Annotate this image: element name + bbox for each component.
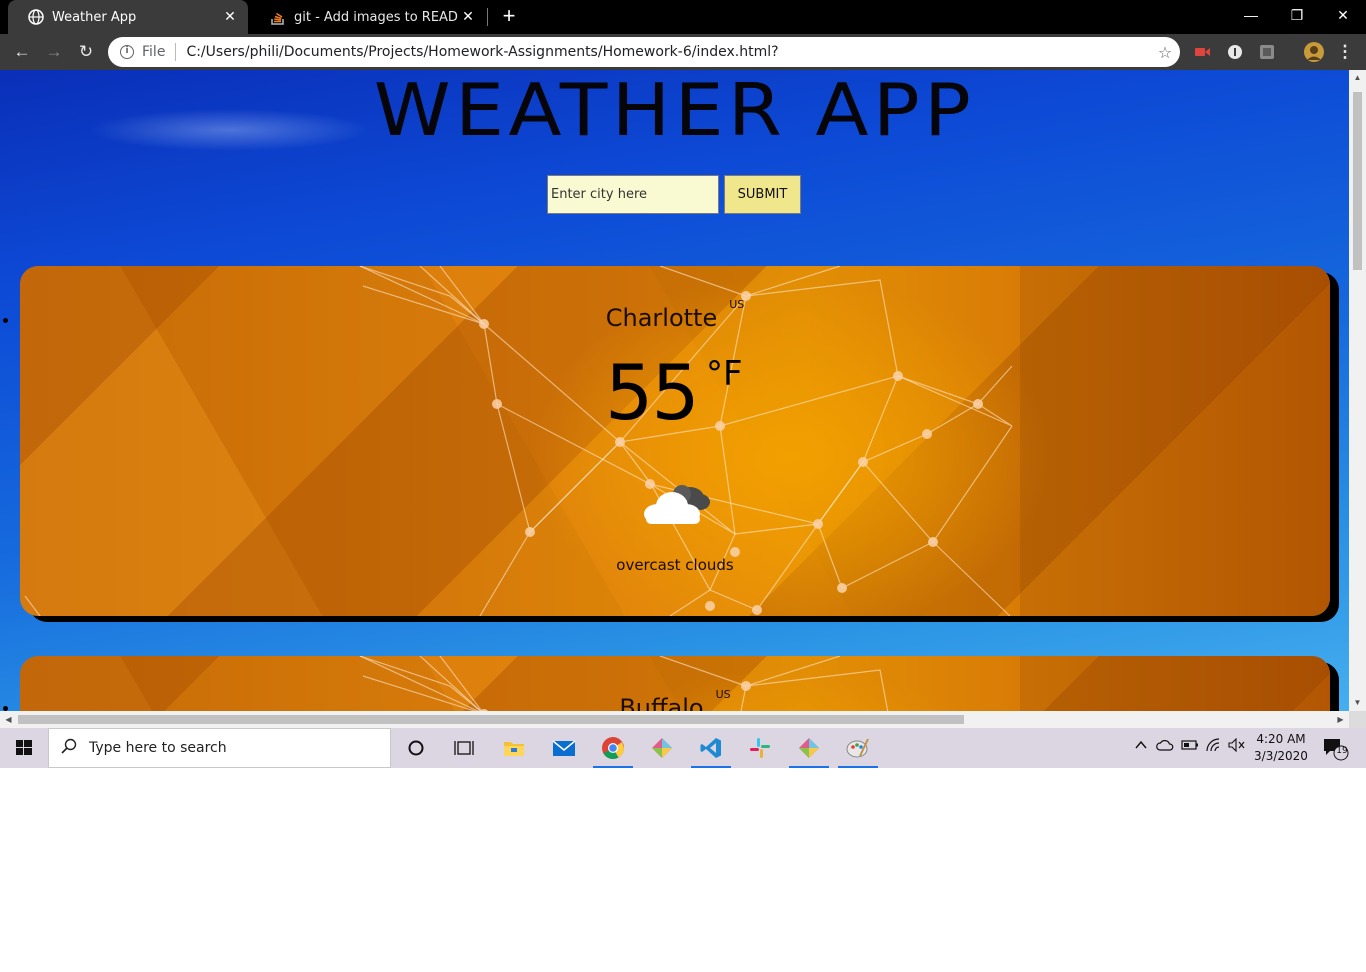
country-code: US: [729, 298, 745, 311]
city-search-input[interactable]: [547, 175, 719, 214]
search-icon: [61, 738, 77, 759]
screen-recorder-extension-icon[interactable]: [1193, 43, 1211, 61]
vertical-scrollbar[interactable]: ▲ ▼: [1349, 70, 1366, 711]
globe-icon: [28, 9, 44, 25]
scroll-up-arrow-icon[interactable]: ▲: [1349, 70, 1366, 86]
tab-title: git - Add images to README.md: [294, 9, 458, 25]
tab-weather-app[interactable]: Weather App ✕: [8, 0, 248, 34]
wifi-icon[interactable]: [1204, 738, 1224, 758]
country-code: US: [715, 688, 731, 701]
extension-square-icon[interactable]: [1258, 43, 1276, 61]
vscode-icon[interactable]: [687, 728, 735, 768]
city-label: Charlotte: [605, 304, 718, 332]
horizontal-scroll-thumb[interactable]: [18, 715, 964, 724]
reload-icon[interactable]: ↻: [74, 40, 98, 64]
clock-time: 4:20 AM: [1256, 732, 1306, 746]
file-scheme-label: File: [142, 44, 166, 60]
omnibox-divider: [175, 43, 177, 61]
gitkraken-icon[interactable]: [785, 728, 833, 768]
stackoverflow-icon: [270, 9, 286, 25]
tab-divider: [487, 8, 488, 26]
scroll-left-arrow-icon[interactable]: ◀: [0, 712, 17, 728]
scroll-right-arrow-icon[interactable]: ▶: [1332, 712, 1349, 728]
close-window-icon[interactable]: ✕: [1320, 0, 1366, 30]
active-app-indicator: [789, 766, 829, 768]
temperature-unit: °F: [706, 354, 743, 394]
city-label: Buffalo: [619, 694, 704, 711]
close-tab-icon[interactable]: ✕: [458, 9, 478, 25]
minimize-icon[interactable]: —: [1228, 0, 1274, 30]
restore-icon[interactable]: ❐: [1274, 0, 1320, 30]
show-hidden-icons-chevron-icon[interactable]: [1132, 738, 1150, 758]
taskbar-search-placeholder: Type here to search: [89, 740, 227, 756]
scroll-down-arrow-icon[interactable]: ▼: [1349, 695, 1366, 711]
cortana-icon[interactable]: [392, 728, 440, 768]
scrollbar-corner: [1349, 711, 1366, 728]
weather-card-content: Buffalo US: [20, 656, 1330, 711]
temperature-value: 55: [605, 348, 700, 437]
windows-start-icon[interactable]: [0, 728, 48, 768]
profile-avatar[interactable]: [1303, 41, 1325, 63]
active-app-indicator: [691, 766, 731, 768]
tab-title: Weather App: [52, 9, 137, 25]
page-viewport: WEATHER APP SUBMIT: [0, 70, 1349, 711]
battery-icon[interactable]: [1180, 738, 1200, 758]
weather-card: Charlotte US 55 °F overcast clouds: [20, 266, 1330, 616]
city-name: Charlotte US: [20, 298, 1330, 332]
browser-toolbar: ← → ↻ i File C:/Users/phili/Documents/Pr…: [0, 34, 1366, 70]
chrome-icon[interactable]: [589, 728, 637, 768]
city-name: Buffalo US: [20, 688, 1330, 711]
back-arrow-icon[interactable]: ←: [10, 40, 34, 64]
notification-count: 19: [1336, 746, 1348, 756]
slack-icon[interactable]: [736, 728, 784, 768]
action-center-notification-icon[interactable]: 19: [1322, 737, 1350, 761]
extension-circle-icon[interactable]: [1226, 43, 1244, 61]
close-tab-icon[interactable]: ✕: [220, 9, 240, 25]
active-app-indicator: [838, 766, 878, 768]
volume-muted-icon[interactable]: [1227, 737, 1247, 758]
menu-kebab-icon[interactable]: ⋮: [1333, 40, 1357, 64]
new-tab-plus-icon[interactable]: +: [498, 4, 520, 28]
paint-icon[interactable]: [834, 728, 882, 768]
weather-description: overcast clouds: [616, 556, 734, 574]
task-view-icon[interactable]: [440, 728, 488, 768]
list-bullet: [3, 318, 8, 323]
page-title: WEATHER APP: [373, 70, 976, 152]
onedrive-cloud-icon[interactable]: [1155, 738, 1175, 758]
url-text[interactable]: C:/Users/phili/Documents/Projects/Homewo…: [186, 44, 1150, 60]
overcast-clouds-icon: [644, 485, 710, 524]
bookmark-star-icon[interactable]: ☆: [1150, 43, 1180, 62]
tab-git-readme[interactable]: git - Add images to README.md ✕: [250, 0, 486, 34]
windows-taskbar: Type here to search 4:20 AM 3/3/2020 19: [0, 728, 1366, 768]
weather-card: Buffalo US: [20, 656, 1330, 711]
file-explorer-icon[interactable]: [490, 728, 538, 768]
taskbar-clock[interactable]: 4:20 AM 3/3/2020: [1250, 731, 1312, 765]
info-icon[interactable]: i: [120, 45, 134, 59]
gitkraken-icon[interactable]: [638, 728, 686, 768]
weather-card-content: Charlotte US 55 °F overcast clouds: [20, 266, 1330, 616]
tab-strip: Weather App ✕ git - Add images to README…: [0, 0, 1366, 34]
submit-button[interactable]: SUBMIT: [724, 175, 801, 214]
taskbar-search-box[interactable]: Type here to search: [48, 728, 391, 768]
vertical-scroll-thumb[interactable]: [1353, 92, 1362, 270]
clock-date: 3/3/2020: [1254, 749, 1308, 763]
mail-icon[interactable]: [540, 728, 588, 768]
active-app-indicator: [593, 766, 633, 768]
horizontal-scrollbar[interactable]: ◀ ▶: [0, 711, 1349, 728]
forward-arrow-icon[interactable]: →: [42, 40, 66, 64]
address-bar[interactable]: i File C:/Users/phili/Documents/Projects…: [108, 37, 1180, 67]
